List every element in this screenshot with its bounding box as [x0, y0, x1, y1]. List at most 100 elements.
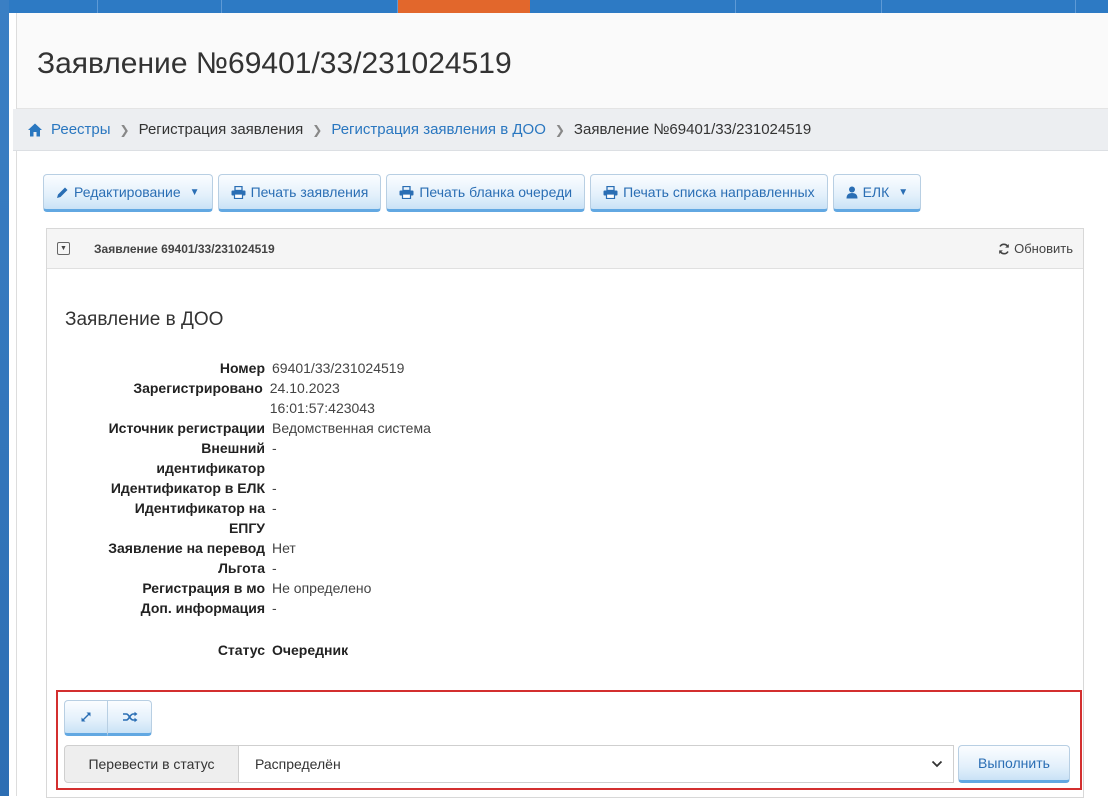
top-nav-segment[interactable] — [98, 0, 222, 13]
refresh-icon — [999, 243, 1009, 254]
shuffle-button[interactable] — [108, 700, 152, 736]
detail-row: Зарегистрировано 24.10.2023 16:01:57:423… — [47, 378, 447, 418]
refresh-button[interactable]: Обновить — [998, 241, 1073, 256]
print-queue-form-label: Печать бланка очереди — [419, 184, 573, 200]
detail-spacer — [47, 618, 447, 640]
collapse-icon[interactable]: ▼ — [57, 242, 70, 255]
detail-value — [265, 518, 272, 538]
detail-label: Регистрация в мо — [142, 580, 265, 596]
print-icon — [603, 185, 618, 199]
breadcrumb: Реестры ❯ Регистрация заявления ❯ Регист… — [13, 109, 1108, 151]
detail-row: Заявление на перевод Нет — [47, 538, 447, 558]
application-panel: ▼ Заявление 69401/33/231024519 Обновить … — [46, 228, 1084, 798]
detail-value: 24.10.2023 16:01:57:423043 — [269, 380, 375, 416]
edit-dropdown-button[interactable]: Редактирование ▼ — [43, 174, 213, 212]
panel-header: ▼ Заявление 69401/33/231024519 Обновить — [47, 229, 1083, 269]
top-nav-segment[interactable] — [222, 0, 398, 13]
expand-icon — [81, 712, 91, 722]
detail-label: Идентификатор на — [134, 500, 265, 516]
detail-label: Льгота — [218, 560, 265, 576]
refresh-label: Обновить — [1014, 241, 1073, 256]
caret-down-icon: ▼ — [189, 186, 200, 198]
detail-row: Идентификатор в ЕЛК - — [47, 478, 447, 498]
detail-value: Ведомственная система — [272, 420, 431, 436]
page-content: Заявление №69401/33/231024519 Реестры ❯ … — [13, 13, 1108, 798]
detail-row: Идентификатор на - — [47, 498, 447, 518]
shuffle-icon — [122, 711, 137, 723]
status-select-value: Распределён — [255, 756, 341, 772]
user-icon — [846, 186, 858, 198]
breadcrumb-registration: Регистрация заявления — [138, 121, 304, 138]
detail-value: - — [272, 480, 277, 496]
detail-row: Внешний - — [47, 438, 447, 458]
print-queue-form-button[interactable]: Печать бланка очереди — [386, 174, 586, 212]
top-nav-active-segment[interactable] — [398, 0, 530, 13]
caret-down-icon: ▼ — [898, 186, 909, 198]
details-list: Номер 69401/33/231024519 Зарегистрирован… — [47, 358, 447, 660]
print-icon — [231, 185, 246, 199]
elk-button-label: ЕЛК — [862, 184, 890, 200]
detail-value: Нет — [272, 540, 296, 556]
detail-label: Номер — [219, 360, 265, 376]
left-sidebar-strip — [0, 0, 9, 796]
detail-value: - — [272, 560, 277, 576]
detail-row: Доп. информация - — [47, 598, 447, 618]
detail-value: 69401/33/231024519 — [272, 360, 405, 376]
status-value: Очередник — [272, 642, 349, 658]
chevron-down-icon — [931, 760, 943, 768]
status-change-row: Перевести в статус Распределён Выполнить — [64, 745, 1070, 785]
detail-row: идентификатор — [47, 458, 447, 478]
top-nav-segment[interactable] — [882, 0, 1076, 13]
status-label: Статус — [217, 642, 265, 658]
detail-label: Источник регистрации — [108, 420, 265, 436]
breadcrumb-separator-icon: ❯ — [554, 122, 565, 137]
page-title: Заявление №69401/33/231024519 — [37, 47, 512, 80]
status-row: Статус Очередник — [47, 640, 447, 660]
status-select[interactable]: Распределён — [239, 745, 954, 783]
detail-value: - — [272, 500, 277, 516]
breadcrumb-separator-icon: ❯ — [312, 122, 323, 137]
edit-button-label: Редактирование — [74, 184, 181, 200]
title-area: Заявление №69401/33/231024519 — [17, 13, 1108, 109]
expand-button[interactable] — [64, 700, 108, 736]
detail-row: Льгота - — [47, 558, 447, 578]
top-nav-segment[interactable] — [736, 0, 882, 13]
print-directed-list-button[interactable]: Печать списка направленных — [590, 174, 828, 212]
elk-dropdown-button[interactable]: ЕЛК ▼ — [832, 174, 922, 212]
detail-row: Регистрация в мо Не определено — [47, 578, 447, 598]
breadcrumb-current: Заявление №69401/33/231024519 — [573, 121, 812, 138]
transfer-status-label: Перевести в статус — [64, 745, 239, 783]
pencil-icon — [57, 187, 68, 198]
detail-label: Доп. информация — [140, 600, 265, 616]
breadcrumb-registries[interactable]: Реестры — [51, 121, 111, 138]
detail-label: Заявление на перевод — [108, 540, 265, 556]
print-icon — [399, 185, 414, 199]
detail-label: идентификатор — [156, 460, 265, 476]
print-application-label: Печать заявления — [250, 184, 369, 200]
top-nav-segment[interactable] — [530, 0, 736, 13]
detail-label: Внешний — [201, 440, 265, 456]
detail-label: Зарегистрировано — [133, 380, 263, 396]
mini-button-group — [64, 700, 152, 736]
detail-label: Идентификатор в ЕЛК — [110, 480, 265, 496]
detail-value: - — [272, 600, 277, 616]
status-change-box: Перевести в статус Распределён Выполнить — [56, 690, 1082, 790]
print-directed-list-label: Печать списка направленных — [623, 184, 815, 200]
detail-value: - — [272, 440, 277, 456]
detail-row: Источник регистрации Ведомственная систе… — [47, 418, 447, 438]
top-nav-bar — [0, 0, 1108, 13]
section-title: Заявление в ДОО — [65, 309, 224, 330]
breadcrumb-registration-doo[interactable]: Регистрация заявления в ДОО — [331, 121, 546, 138]
execute-button[interactable]: Выполнить — [958, 745, 1070, 783]
detail-row: Номер 69401/33/231024519 — [47, 358, 447, 378]
breadcrumb-separator-icon: ❯ — [119, 122, 130, 137]
detail-value — [265, 458, 272, 478]
detail-row: ЕПГУ — [47, 518, 447, 538]
toolbar: Редактирование ▼ Печать заявления Печать… — [43, 174, 922, 212]
print-application-button[interactable]: Печать заявления — [217, 174, 382, 212]
top-nav-segment[interactable] — [0, 0, 98, 13]
home-icon[interactable] — [27, 122, 43, 138]
detail-label: ЕПГУ — [228, 520, 265, 536]
panel-header-title: Заявление 69401/33/231024519 — [94, 241, 275, 256]
detail-value: Не определено — [272, 580, 372, 596]
